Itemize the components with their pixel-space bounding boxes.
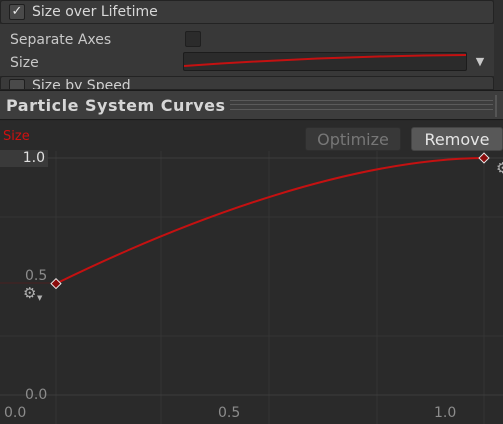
curve-name-label: Size — [3, 129, 30, 144]
y-axis-label-mid: 0.5 — [25, 268, 48, 284]
particle-system-curves-bar[interactable]: Particle System Curves — [0, 90, 503, 120]
size-by-speed-header[interactable]: Size by Speed — [0, 76, 494, 90]
curve-key-0[interactable] — [50, 277, 62, 290]
chevron-down-icon: ▼ — [37, 294, 43, 302]
size-curve[interactable] — [55, 157, 485, 285]
remove-button[interactable]: Remove — [411, 127, 503, 151]
curve-key-1[interactable] — [478, 152, 490, 164]
optimize-button[interactable]: Optimize — [305, 127, 401, 151]
size-by-speed-checkbox[interactable] — [9, 79, 25, 89]
size-curve-preview-field[interactable] — [183, 52, 467, 71]
pre-wrap-gear-icon[interactable]: ⚙ — [23, 284, 36, 302]
curve-graph[interactable] — [0, 121, 503, 424]
size-over-lifetime-header[interactable]: ✓ Size over Lifetime — [0, 0, 494, 24]
separate-axes-label: Separate Axes — [10, 32, 112, 48]
divider — [495, 95, 497, 117]
curves-window-title: Particle System Curves — [6, 96, 226, 115]
size-curve-preview — [184, 54, 466, 67]
curve-editor[interactable]: Size Optimize Remove 1.0 0.5 0.0 0.0 0.5… — [0, 121, 503, 424]
y-axis-label-top: 1.0 — [0, 150, 48, 167]
grid — [0, 151, 503, 424]
size-by-speed-title: Size by Speed — [32, 78, 131, 90]
x-axis-label-mid: 0.5 — [218, 405, 241, 421]
y-axis-label-bottom: 0.0 — [25, 387, 48, 403]
inspector-scrollbar[interactable] — [494, 0, 503, 100]
major-grid — [0, 157, 503, 396]
module-enabled-checkbox[interactable]: ✓ — [9, 4, 25, 20]
size-over-lifetime-body: Separate Axes Size ▼ — [0, 24, 494, 76]
chevron-down-icon[interactable]: ▼ — [470, 52, 490, 71]
size-label: Size — [10, 55, 39, 71]
separate-axes-checkbox[interactable] — [185, 31, 201, 47]
post-wrap-gear-icon[interactable]: ⚙ — [496, 159, 503, 177]
module-title: Size over Lifetime — [32, 4, 158, 20]
drag-grip-handle[interactable] — [230, 100, 493, 110]
x-axis-label-start: 0.0 — [4, 405, 27, 421]
x-axis-label-end: 1.0 — [434, 405, 457, 421]
